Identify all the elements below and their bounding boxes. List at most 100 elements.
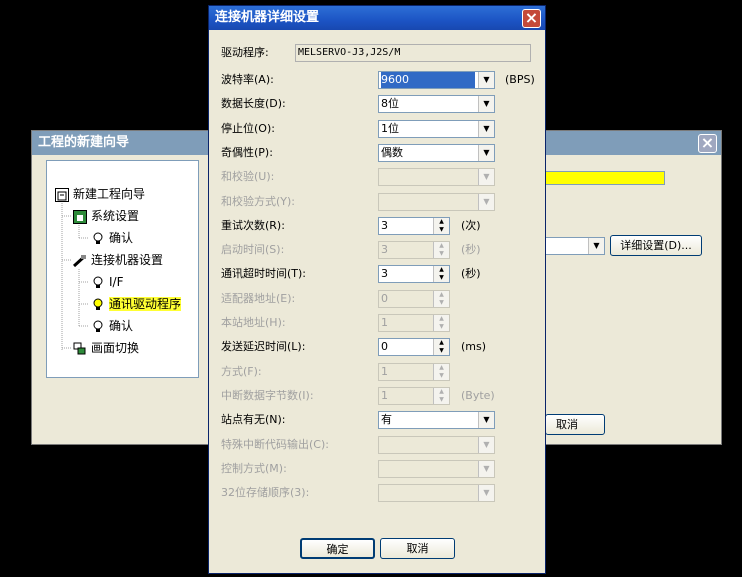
setting-value: 3 <box>381 243 388 256</box>
spin-down-icon[interactable]: ▼ <box>434 274 449 282</box>
screen-switch-icon <box>73 342 87 356</box>
spin-buttons[interactable]: ▲ ▼ <box>433 315 449 331</box>
spin-up-icon[interactable]: ▲ <box>434 242 449 250</box>
setting-spinner[interactable]: 1 ▲ ▼ <box>378 387 450 405</box>
setting-combo[interactable]: 偶数 ▼ <box>378 144 495 162</box>
spin-down-icon[interactable]: ▼ <box>434 250 449 258</box>
setting-spinner[interactable]: 3 ▲ ▼ <box>378 217 450 235</box>
setting-spinner[interactable]: 3 ▲ ▼ <box>378 265 450 283</box>
setting-combo[interactable]: ▼ <box>378 460 495 478</box>
dialog-titlebar[interactable]: 连接机器详细设置 × <box>209 6 545 30</box>
chevron-down-icon[interactable]: ▼ <box>478 169 494 185</box>
cancel-button[interactable]: 取消 <box>380 538 455 559</box>
setting-label: 启动时间(S): <box>221 243 285 256</box>
chevron-down-icon[interactable]: ▼ <box>478 485 494 501</box>
setting-label: 重试次数(R): <box>221 219 285 232</box>
spin-buttons[interactable]: ▲ ▼ <box>433 242 449 258</box>
spin-down-icon[interactable]: ▼ <box>434 396 449 404</box>
spin-down-icon[interactable]: ▼ <box>434 372 449 380</box>
setting-label: 32位存储顺序(3): <box>221 486 310 499</box>
setting-combo[interactable]: 8位 ▼ <box>378 95 495 113</box>
tree-item-interface[interactable]: I/F <box>91 273 123 291</box>
setting-label: 站点有无(N): <box>221 413 286 426</box>
setting-combo[interactable]: 9600 ▼ <box>378 71 495 89</box>
setting-label: 和校验方式(Y): <box>221 195 296 208</box>
spin-up-icon[interactable]: ▲ <box>434 315 449 323</box>
chevron-down-icon[interactable]: ▼ <box>478 194 494 210</box>
setting-combo[interactable]: 1位 ▼ <box>378 120 495 138</box>
tree-item-label: I/F <box>109 275 124 289</box>
chevron-down-icon[interactable]: ▼ <box>478 461 494 477</box>
wizard-cancel-button[interactable]: 取消 <box>545 414 605 435</box>
spin-up-icon[interactable]: ▲ <box>434 218 449 226</box>
tree-item-confirm-2[interactable]: 确认 <box>91 317 133 335</box>
system-icon <box>73 209 87 224</box>
tree-item-label: 确认 <box>109 231 134 245</box>
tree-item-new-project[interactable]: 新建工程向导 <box>55 185 145 203</box>
setting-combo[interactable]: ▼ <box>378 484 495 502</box>
wizard-highlight-bar <box>545 171 665 185</box>
setting-spinner[interactable]: 1 ▲ ▼ <box>378 363 450 381</box>
tree-item-label: 画面切换 <box>91 341 140 355</box>
chevron-down-icon[interactable]: ▼ <box>478 121 494 137</box>
spin-buttons[interactable]: ▲ ▼ <box>433 291 449 307</box>
tree-item-screen-switch[interactable]: 画面切换 <box>73 339 139 357</box>
spin-buttons[interactable]: ▲ ▼ <box>433 388 449 404</box>
spin-down-icon[interactable]: ▼ <box>434 347 449 355</box>
chevron-down-icon[interactable]: ▼ <box>478 72 494 88</box>
setting-label: 发送延迟时间(L): <box>221 340 306 353</box>
lightbulb-icon <box>91 276 105 290</box>
setting-label: 波特率(A): <box>221 73 274 86</box>
setting-combo[interactable]: ▼ <box>378 168 495 186</box>
tree-item-comm-driver[interactable]: 通讯驱动程序 <box>91 295 182 313</box>
setting-value: 0 <box>381 340 388 353</box>
lightbulb-icon <box>91 320 105 334</box>
tree-item-system-settings[interactable]: 系统设置 <box>73 207 139 225</box>
spin-up-icon[interactable]: ▲ <box>434 364 449 372</box>
setting-unit: (秒) <box>461 243 481 256</box>
setting-label: 方式(F): <box>221 365 262 378</box>
wizard-title: 工程的新建向导 <box>38 135 130 150</box>
tree-item-label: 连接机器设置 <box>91 253 164 267</box>
wizard-driver-combo[interactable]: ▼ <box>545 237 605 255</box>
tree-item-confirm-1[interactable]: 确认 <box>91 229 133 247</box>
spin-buttons[interactable]: ▲ ▼ <box>433 218 449 234</box>
spin-down-icon[interactable]: ▼ <box>434 226 449 234</box>
spin-buttons[interactable]: ▲ ▼ <box>433 364 449 380</box>
spin-up-icon[interactable]: ▲ <box>434 388 449 396</box>
setting-spinner[interactable]: 0 ▲ ▼ <box>378 290 450 308</box>
spin-up-icon[interactable]: ▲ <box>434 339 449 347</box>
tree-item-label: 新建工程向导 <box>73 187 146 201</box>
detail-settings-button[interactable]: 详细设置(D)... <box>610 235 702 256</box>
spin-up-icon[interactable]: ▲ <box>434 291 449 299</box>
setting-combo[interactable]: ▼ <box>378 193 495 211</box>
tree-item-device-settings[interactable]: 连接机器设置 <box>72 251 164 269</box>
spin-buttons[interactable]: ▲ ▼ <box>433 266 449 282</box>
setting-spinner[interactable]: 1 ▲ ▼ <box>378 314 450 332</box>
setting-combo[interactable]: 有 ▼ <box>378 411 495 429</box>
chevron-down-icon[interactable]: ▼ <box>478 96 494 112</box>
project-icon <box>55 187 69 202</box>
setting-unit: (BPS) <box>505 73 535 86</box>
setting-spinner[interactable]: 3 ▲ ▼ <box>378 241 450 259</box>
setting-value: 1 <box>381 389 388 402</box>
spin-buttons[interactable]: ▲ ▼ <box>433 339 449 355</box>
spin-down-icon[interactable]: ▼ <box>434 299 449 307</box>
setting-combo[interactable]: ▼ <box>378 436 495 454</box>
chevron-down-icon[interactable]: ▼ <box>478 145 494 161</box>
setting-value: 9600 <box>381 72 475 88</box>
spin-up-icon[interactable]: ▲ <box>434 266 449 274</box>
wizard-close-button[interactable]: × <box>698 134 717 153</box>
chevron-down-icon: ▼ <box>588 238 604 254</box>
chevron-down-icon[interactable]: ▼ <box>478 412 494 428</box>
lightbulb-icon <box>91 232 105 246</box>
setting-spinner[interactable]: 0 ▲ ▼ <box>378 338 450 356</box>
chevron-down-icon[interactable]: ▼ <box>478 437 494 453</box>
dialog-title: 连接机器详细设置 <box>215 10 320 25</box>
dialog-close-button[interactable]: × <box>522 9 541 28</box>
ok-button[interactable]: 确定 <box>300 538 375 559</box>
spin-down-icon[interactable]: ▼ <box>434 323 449 331</box>
setting-value: 1位 <box>381 122 399 135</box>
setting-unit: (ms) <box>461 340 487 353</box>
setting-label: 和校验(U): <box>221 170 275 183</box>
